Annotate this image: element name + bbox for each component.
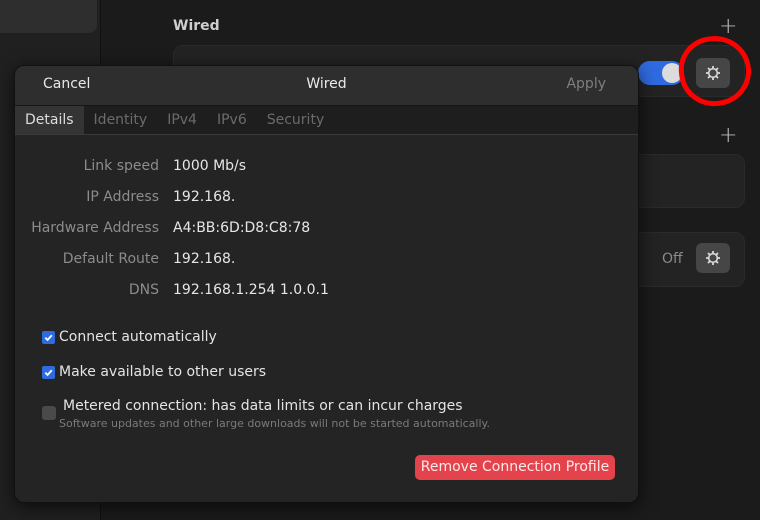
connect-automatically-option[interactable]: Connect automatically	[42, 329, 217, 345]
available-to-others-option[interactable]: Make available to other users	[42, 364, 266, 380]
detail-row-link-speed: Link speed 1000 Mb/s	[15, 158, 638, 189]
gear-icon	[706, 66, 720, 80]
tab-bar: Details Identity IPv4 IPv6 Security	[15, 106, 638, 135]
available-to-others-checkbox[interactable]	[42, 365, 55, 379]
detail-label: DNS	[128, 282, 159, 298]
detail-value: 192.168.	[173, 189, 236, 205]
metered-label: Metered connection: has data limits or c…	[63, 398, 463, 414]
tab-details[interactable]: Details	[15, 106, 84, 134]
connect-automatically-label: Connect automatically	[59, 329, 217, 345]
remove-connection-profile-button[interactable]: Remove Connection Profile	[415, 455, 615, 480]
dialog-title: Wired	[306, 76, 347, 92]
detail-row-ip-address: IP Address 192.168.	[15, 189, 638, 220]
sidebar-item[interactable]	[0, 0, 97, 33]
checkmark-icon	[44, 334, 53, 341]
detail-label: IP Address	[86, 189, 159, 205]
connect-automatically-checkbox[interactable]	[42, 330, 55, 344]
detail-row-hardware-address: Hardware Address A4:BB:6D:D8:C8:78	[15, 220, 638, 251]
toggle-knob	[662, 63, 682, 83]
add-vpn-icon[interactable]: +	[719, 125, 737, 147]
detail-value: 192.168.1.254 1.0.0.1	[173, 282, 329, 298]
apply-button[interactable]: Apply	[566, 76, 606, 92]
detail-row-dns: DNS 192.168.1.254 1.0.0.1	[15, 282, 638, 313]
detail-label: Link speed	[83, 158, 159, 174]
wired-dialog: Cancel Wired Apply Details Identity IPv4…	[14, 65, 639, 503]
detail-value: 192.168.	[173, 251, 236, 267]
wired-section-title: Wired	[173, 18, 220, 34]
detail-value: 1000 Mb/s	[173, 158, 247, 174]
available-to-others-label: Make available to other users	[59, 364, 267, 380]
detail-row-default-route: Default Route 192.168.	[15, 251, 638, 282]
metered-description: Software updates and other large downloa…	[59, 417, 490, 430]
checkmark-icon	[44, 369, 53, 376]
tab-identity[interactable]: Identity	[84, 106, 158, 134]
wired-settings-button[interactable]	[696, 58, 730, 88]
proxy-settings-button[interactable]	[696, 243, 730, 273]
gear-icon	[706, 251, 720, 265]
tab-security[interactable]: Security	[257, 106, 335, 134]
proxy-status: Off	[662, 251, 683, 267]
metered-checkbox[interactable]	[42, 406, 56, 420]
details-list: Link speed 1000 Mb/s IP Address 192.168.…	[15, 158, 638, 313]
dialog-header: Cancel Wired Apply	[15, 66, 638, 106]
wired-toggle[interactable]	[638, 61, 684, 85]
add-wired-icon[interactable]: +	[719, 16, 737, 38]
detail-value: A4:BB:6D:D8:C8:78	[173, 220, 311, 236]
detail-label: Hardware Address	[31, 220, 159, 236]
detail-label: Default Route	[62, 251, 159, 267]
tab-ipv6[interactable]: IPv6	[207, 106, 257, 134]
tab-ipv4[interactable]: IPv4	[157, 106, 207, 134]
